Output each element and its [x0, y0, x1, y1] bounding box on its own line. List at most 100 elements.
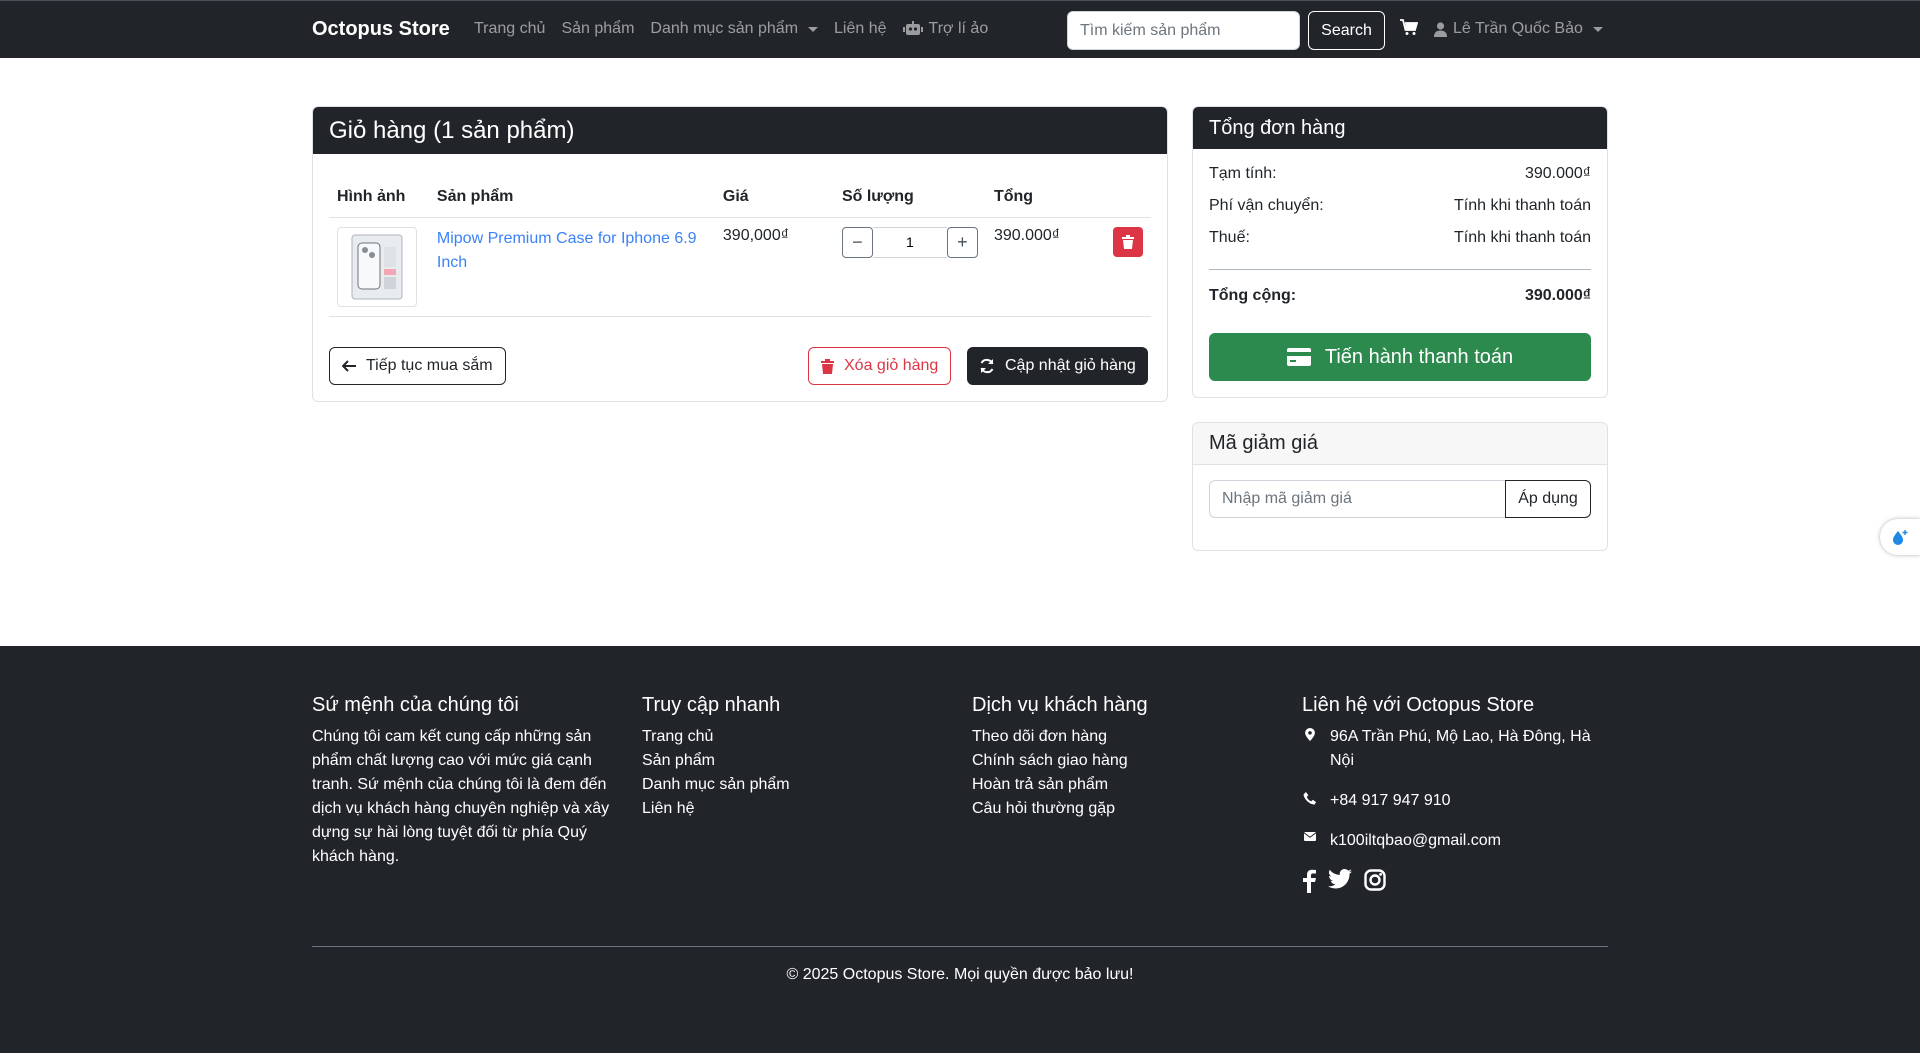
search-button[interactable]: Search	[1308, 11, 1385, 50]
nav-item-categories-label: Danh mục sản phẩm	[650, 20, 799, 37]
col-image: Hình ảnh	[329, 177, 429, 218]
trash-icon	[1122, 234, 1134, 249]
contact-address: 96A Trần Phú, Mộ Lao, Hà Đông, Hà Nội	[1302, 725, 1608, 773]
copyright: © 2025 Octopus Store. Mọi quyền được bảo…	[786, 966, 1134, 983]
summary-title: Tổng đơn hàng	[1209, 116, 1346, 139]
mission-title: Sứ mệnh của chúng tôi	[312, 694, 519, 716]
service-title: Dịch vụ khách hàng	[972, 694, 1148, 716]
main-nav: Trang chủ Sản phẩm Danh mục sản phẩm Liê…	[474, 20, 988, 38]
footer-link-contact[interactable]: Liên hệ	[642, 797, 942, 821]
user-icon	[1434, 21, 1447, 37]
col-price: Giá	[714, 177, 834, 218]
cart-card: Giỏ hàng (1 sản phẩm) Hình ảnh Sản phẩm …	[312, 106, 1168, 402]
cart-header: Giỏ hàng (1 sản phẩm)	[313, 107, 1167, 154]
footer-link-categories[interactable]: Danh mục sản phẩm	[642, 773, 942, 797]
order-summary-card: Tổng đơn hàng Tạm tính: 390.000₫ Phí vận…	[1192, 106, 1608, 398]
user-menu[interactable]: Lê Trần Quốc Bảo	[1434, 20, 1603, 38]
footer-link-faq[interactable]: Câu hỏi thường gặp	[972, 797, 1272, 821]
apply-coupon-button[interactable]: Áp dụng	[1505, 480, 1591, 518]
contact-phone: +84 917 947 910	[1302, 789, 1608, 813]
increase-quantity-button[interactable]: +	[946, 226, 978, 258]
checkout-button[interactable]: Tiến hành thanh toán	[1209, 333, 1591, 381]
trash-icon	[821, 358, 834, 374]
instagram-icon[interactable]	[1364, 869, 1386, 891]
footer-link-home[interactable]: Trang chủ	[642, 725, 942, 749]
contact-title: Liên hệ với Octopus Store	[1302, 694, 1535, 716]
footer-divider	[312, 946, 1608, 947]
nav-item-categories[interactable]: Danh mục sản phẩm	[650, 20, 819, 38]
user-name: Lê Trần Quốc Bảo	[1453, 20, 1583, 37]
email-text: k100iltqbao@gmail.com	[1330, 832, 1501, 849]
update-cart-button[interactable]: Cập nhật giỏ hàng	[967, 347, 1148, 385]
facebook-icon[interactable]	[1302, 869, 1316, 893]
col-quantity: Số lượng	[833, 177, 986, 218]
nav-item-contact[interactable]: Liên hệ	[834, 20, 887, 38]
credit-card-icon	[1286, 348, 1311, 366]
brand-logo[interactable]: Octopus Store	[312, 18, 450, 41]
shipping-row: Phí vận chuyển: Tính khi thanh toán	[1209, 197, 1591, 215]
chevron-down-icon	[808, 26, 819, 32]
quick-links-title: Truy cập nhanh	[642, 694, 781, 716]
twitter-icon[interactable]	[1328, 869, 1352, 889]
footer-quick-links: Truy cập nhanh Trang chủ Sản phẩm Danh m…	[642, 694, 942, 821]
footer-link-shipping-policy[interactable]: Chính sách giao hàng	[972, 749, 1272, 773]
col-product: Sản phẩm	[428, 177, 715, 218]
coupon-title: Mã giảm giá	[1209, 432, 1318, 454]
tax-label: Thuế:	[1209, 229, 1250, 246]
water-drop-widget[interactable]	[1880, 519, 1920, 555]
col-total: Tổng	[985, 177, 1105, 218]
total-label: Tổng cộng:	[1209, 287, 1297, 304]
footer-mission: Sứ mệnh của chúng tôi Chúng tôi cam kết …	[312, 694, 617, 869]
summary-header: Tổng đơn hàng	[1193, 107, 1607, 149]
cart-title: Giỏ hàng (1 sản phẩm)	[329, 116, 575, 144]
footer-contact: Liên hệ với Octopus Store 96A Trần Phú, …	[1302, 694, 1608, 893]
arrow-left-icon	[342, 360, 356, 372]
summary-divider	[1209, 269, 1591, 270]
refresh-icon	[980, 358, 994, 374]
clear-cart-label: Xóa giỏ hàng	[844, 357, 939, 374]
search-input[interactable]	[1067, 11, 1300, 50]
footer-customer-service: Dịch vụ khách hàng Theo dõi đơn hàng Chí…	[972, 694, 1272, 821]
robot-icon	[902, 21, 923, 35]
mission-text: Chúng tôi cam kết cung cấp những sản phẩ…	[312, 728, 610, 865]
subtotal-label: Tạm tính:	[1209, 165, 1277, 182]
social-links	[1302, 869, 1608, 893]
subtotal-row: Tạm tính: 390.000₫	[1209, 165, 1591, 183]
continue-shopping-button[interactable]: Tiếp tục mua sắm	[329, 347, 506, 385]
nav-item-home[interactable]: Trang chủ	[474, 20, 545, 38]
coupon-input[interactable]	[1209, 480, 1506, 518]
clear-cart-button[interactable]: Xóa giỏ hàng	[808, 347, 952, 385]
cart-icon[interactable]	[1400, 19, 1418, 36]
map-marker-icon	[1305, 728, 1315, 741]
shipping-label: Phí vận chuyển:	[1209, 197, 1324, 214]
tax-row: Thuế: Tính khi thanh toán	[1209, 229, 1591, 247]
remove-item-button[interactable]	[1113, 226, 1143, 257]
quantity-stepper: − +	[841, 226, 978, 258]
quantity-input[interactable]	[872, 226, 947, 258]
address-text: 96A Trần Phú, Mộ Lao, Hà Đông, Hà Nội	[1330, 728, 1591, 769]
total-row: Tổng cộng: 390.000₫	[1209, 287, 1591, 305]
col-actions	[1105, 177, 1151, 218]
envelope-icon	[1303, 832, 1317, 841]
total-value: 390.000₫	[1524, 287, 1591, 304]
nav-item-assistant[interactable]: Trợ lí ảo	[902, 20, 988, 38]
footer-link-track-order[interactable]: Theo dõi đơn hàng	[972, 725, 1272, 749]
cart-table: Hình ảnh Sản phẩm Giá Số lượng Tổng Mipo…	[329, 177, 1151, 317]
navbar: Octopus Store Trang chủ Sản phẩm Danh mụ…	[0, 0, 1920, 58]
product-total: 390.000₫	[985, 217, 1105, 317]
product-image[interactable]	[337, 226, 417, 307]
shipping-value: Tính khi thanh toán	[1454, 197, 1591, 214]
chevron-down-icon	[1592, 26, 1603, 32]
checkout-label: Tiến hành thanh toán	[1324, 345, 1514, 368]
footer: Sứ mệnh của chúng tôi Chúng tôi cam kết …	[0, 646, 1920, 1053]
phone-icon	[1303, 792, 1317, 805]
tax-value: Tính khi thanh toán	[1454, 229, 1591, 246]
product-name-link[interactable]: Mipow Premium Case for Iphone 6.9 Inch	[437, 227, 707, 275]
nav-item-products[interactable]: Sản phẩm	[561, 20, 634, 38]
footer-link-returns[interactable]: Hoàn trả sản phẩm	[972, 773, 1272, 797]
phone-text: +84 917 947 910	[1330, 792, 1451, 809]
footer-link-products[interactable]: Sản phẩm	[642, 749, 942, 773]
decrease-quantity-button[interactable]: −	[841, 226, 873, 258]
coupon-header: Mã giảm giá	[1193, 423, 1607, 465]
contact-email: k100iltqbao@gmail.com	[1302, 829, 1608, 853]
